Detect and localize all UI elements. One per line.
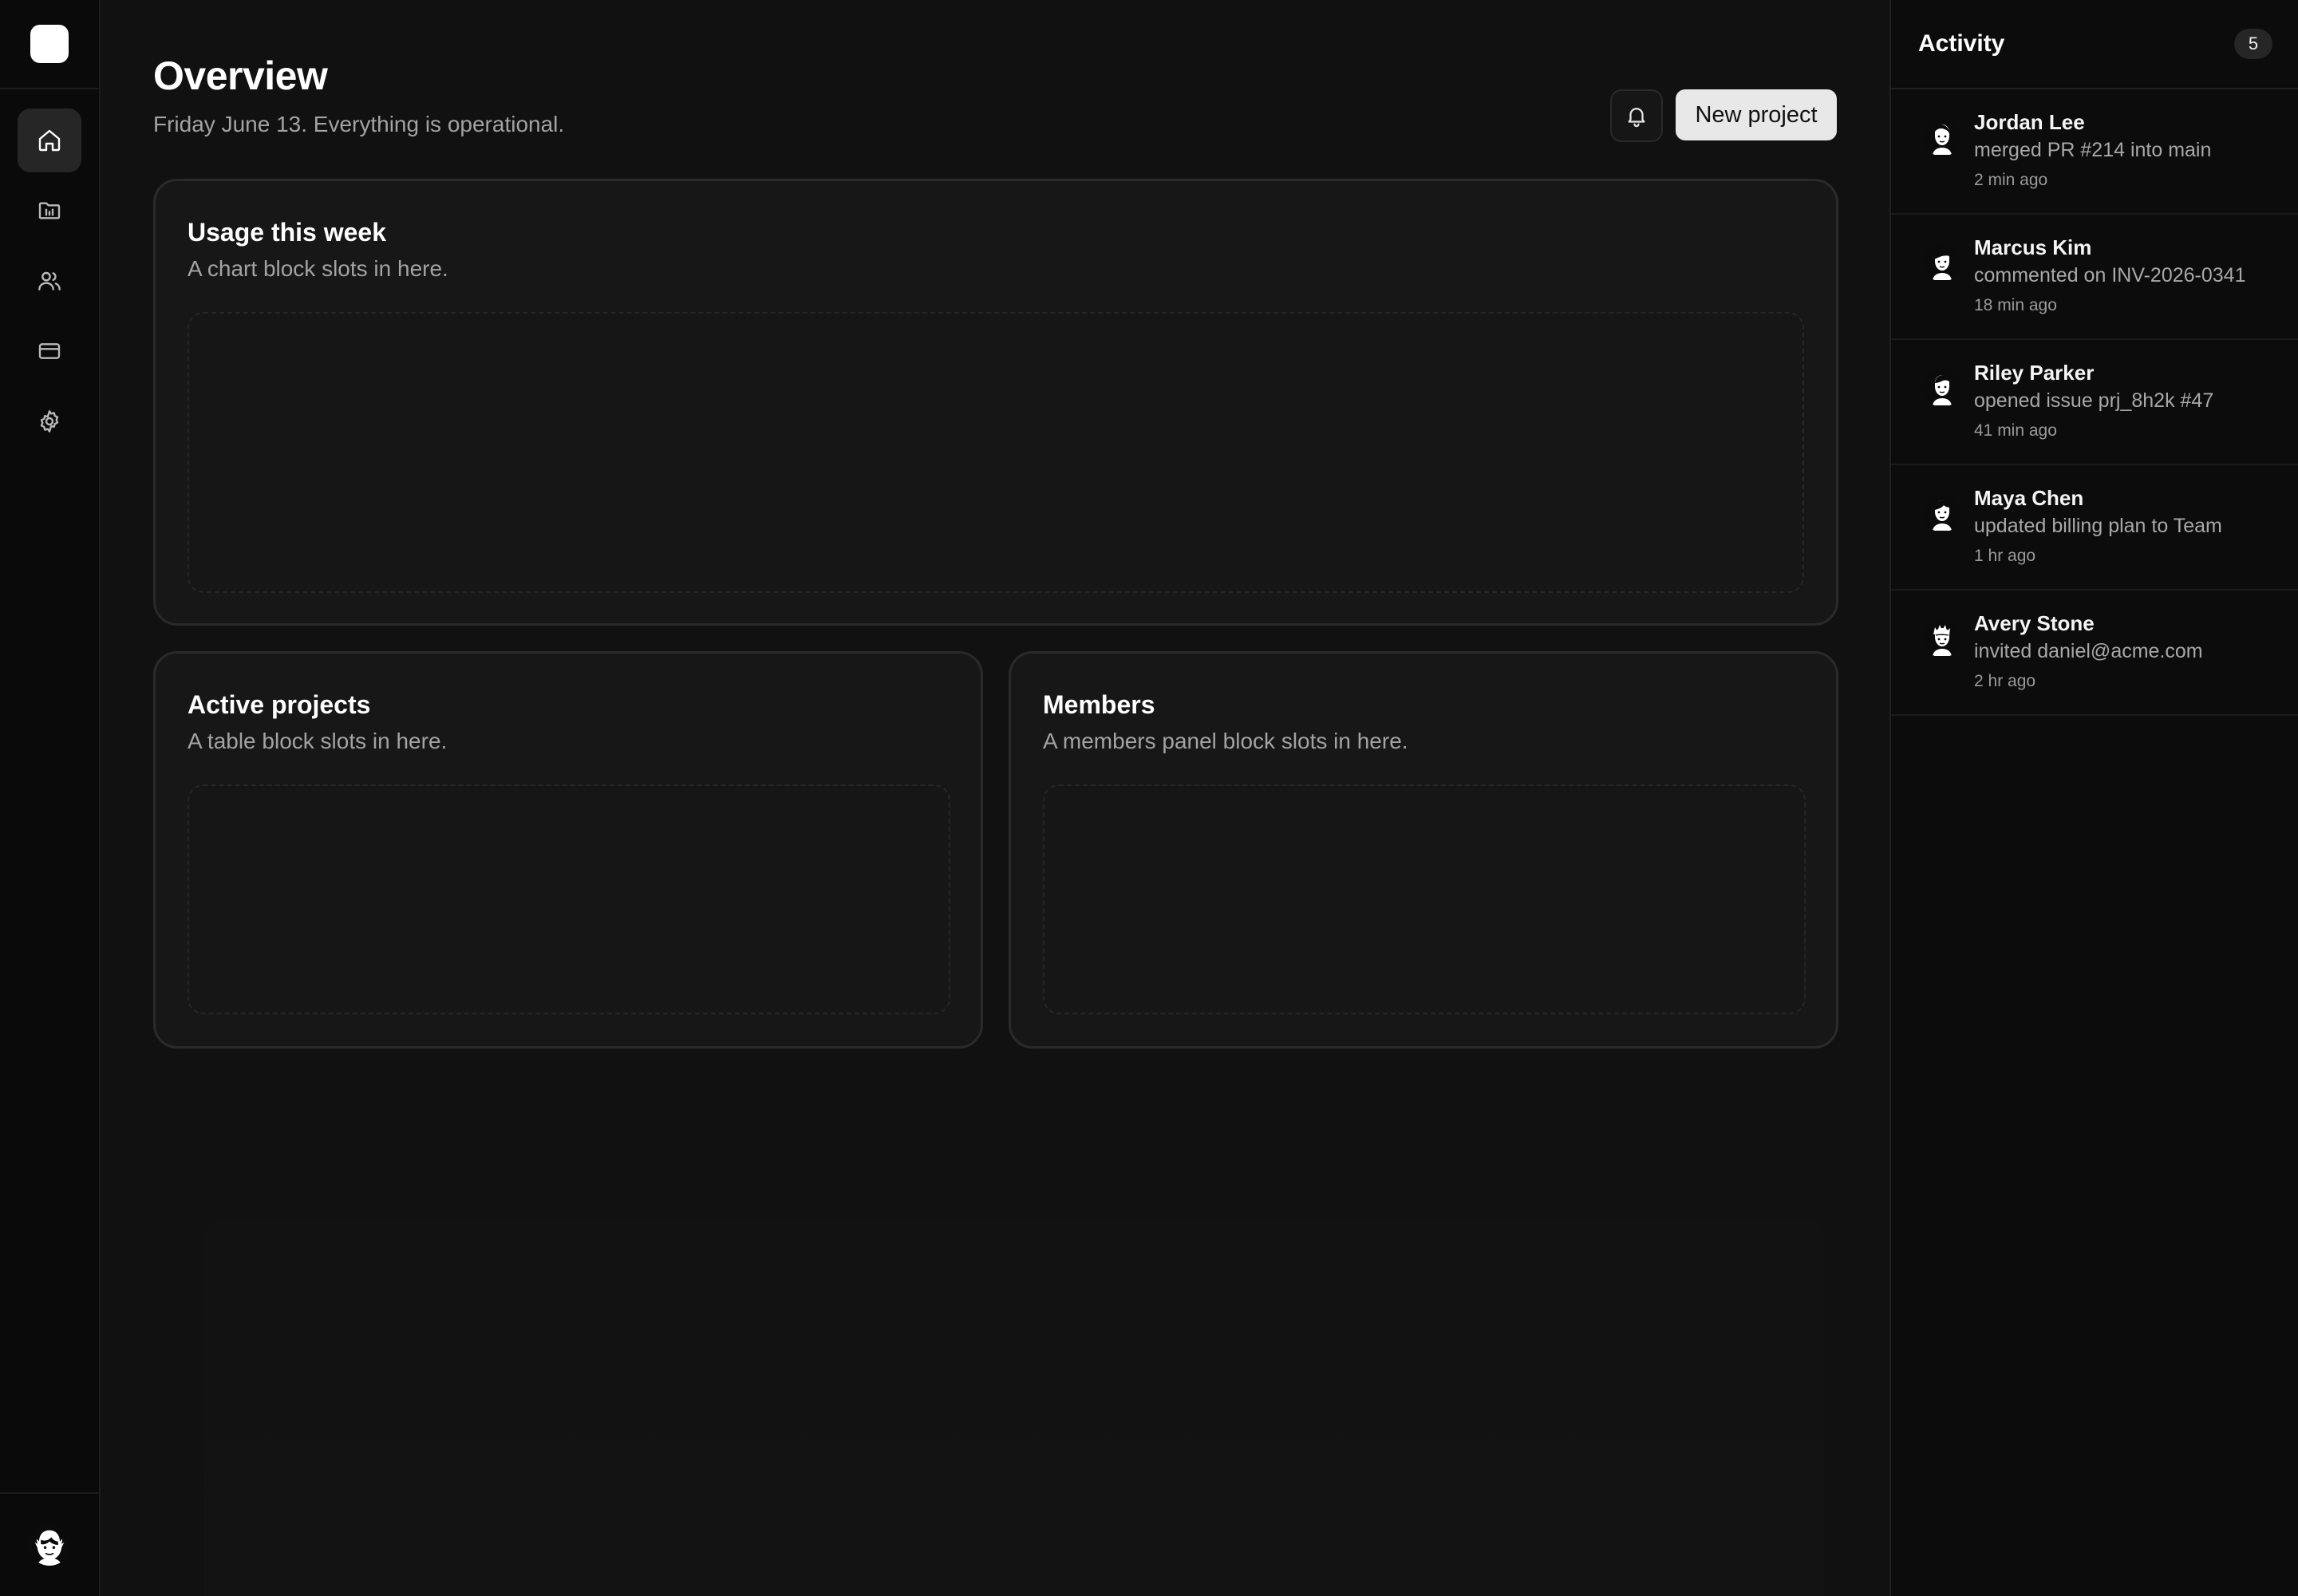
avatar	[1923, 243, 1961, 282]
members-card: Members A members panel block slots in h…	[1009, 651, 1838, 1049]
activity-count-badge: 5	[2234, 29, 2272, 59]
page-subtitle: Friday June 13. Everything is operationa…	[153, 112, 565, 136]
usage-card: Usage this week A chart block slots in h…	[153, 179, 1838, 626]
projects-card-description: A table block slots in here.	[188, 729, 448, 753]
members-slot	[1043, 784, 1806, 1014]
folder-icon	[38, 202, 61, 219]
activity-item[interactable]: Riley Parker opened issue prj_8h2k #47 4…	[1891, 340, 2298, 465]
nav-projects-button[interactable]	[18, 179, 81, 243]
avatar	[1923, 118, 1961, 156]
members-card-description: A members panel block slots in here.	[1043, 729, 1408, 753]
user-avatar-icon	[34, 1530, 65, 1566]
activity-time: 2 hr ago	[1974, 672, 2036, 690]
activity-action: updated billing plan to Team	[1974, 515, 2222, 537]
rail-nav	[0, 89, 99, 453]
avatar	[1923, 494, 1961, 532]
logo-area	[0, 0, 99, 89]
nav-members-button[interactable]	[18, 249, 81, 313]
nav-home-button[interactable]	[18, 109, 81, 172]
users-icon	[38, 271, 61, 290]
activity-time: 41 min ago	[1974, 421, 2057, 440]
members-card-title: Members	[1043, 690, 1155, 719]
person-avatar-icon	[1933, 500, 1952, 531]
activity-action: commented on INV-2026-0341	[1974, 264, 2246, 286]
rail-footer	[0, 1492, 99, 1596]
activity-actor-name: Jordan Lee	[1974, 110, 2085, 134]
activity-actor-name: Marcus Kim	[1974, 235, 2092, 259]
avatar	[1923, 369, 1961, 407]
person-avatar-icon	[1933, 375, 1952, 405]
main-content: Overview Friday June 13. Everything is o…	[101, 0, 1889, 1596]
left-rail	[0, 0, 101, 1596]
user-avatar[interactable]	[29, 1524, 70, 1566]
usage-card-title: Usage this week	[188, 218, 386, 247]
projects-card-title: Active projects	[188, 690, 371, 719]
notifications-button[interactable]	[1610, 89, 1663, 142]
app-logo[interactable]	[30, 25, 69, 63]
table-slot	[188, 784, 950, 1014]
home-icon	[38, 129, 61, 152]
activity-action: invited daniel@acme.com	[1974, 640, 2203, 662]
page-title: Overview	[153, 53, 328, 98]
activity-action: opened issue prj_8h2k #47	[1974, 389, 2214, 412]
activity-item[interactable]: Jordan Lee merged PR #214 into main 2 mi…	[1891, 89, 2298, 215]
activity-item[interactable]: Avery Stone invited daniel@acme.com 2 hr…	[1891, 591, 2298, 716]
avatar	[1923, 619, 1961, 658]
person-avatar-icon	[1933, 625, 1952, 656]
activity-time: 1 hr ago	[1974, 547, 2036, 565]
activity-title: Activity	[1918, 30, 2005, 57]
activity-item[interactable]: Maya Chen updated billing plan to Team 1…	[1891, 465, 2298, 591]
activity-actor-name: Avery Stone	[1974, 611, 2095, 635]
activity-time: 2 min ago	[1974, 171, 2048, 189]
active-projects-card: Active projects A table block slots in h…	[153, 651, 983, 1049]
activity-action: merged PR #214 into main	[1974, 139, 2212, 161]
activity-item[interactable]: Marcus Kim commented on INV-2026-0341 18…	[1891, 215, 2298, 340]
activity-actor-name: Maya Chen	[1974, 486, 2084, 510]
new-project-button[interactable]: New project	[1676, 89, 1837, 140]
app: Overview Friday June 13. Everything is o…	[0, 0, 2298, 1596]
person-avatar-icon	[1933, 124, 1952, 155]
chart-slot	[188, 312, 1804, 593]
nav-billing-button[interactable]	[18, 319, 81, 383]
activity-panel: Activity 5 Jordan Lee merged PR #214 int…	[1889, 0, 2298, 1596]
person-avatar-icon	[1933, 249, 1952, 280]
background-panel	[204, 1221, 1824, 1596]
credit-card-icon	[38, 343, 61, 359]
usage-card-description: A chart block slots in here.	[188, 256, 448, 281]
gear-icon	[40, 410, 59, 433]
activity-actor-name: Riley Parker	[1974, 361, 2095, 385]
bell-icon	[1628, 108, 1645, 128]
activity-header: Activity 5	[1891, 0, 2298, 89]
nav-settings-button[interactable]	[18, 389, 81, 453]
activity-time: 18 min ago	[1974, 296, 2057, 314]
